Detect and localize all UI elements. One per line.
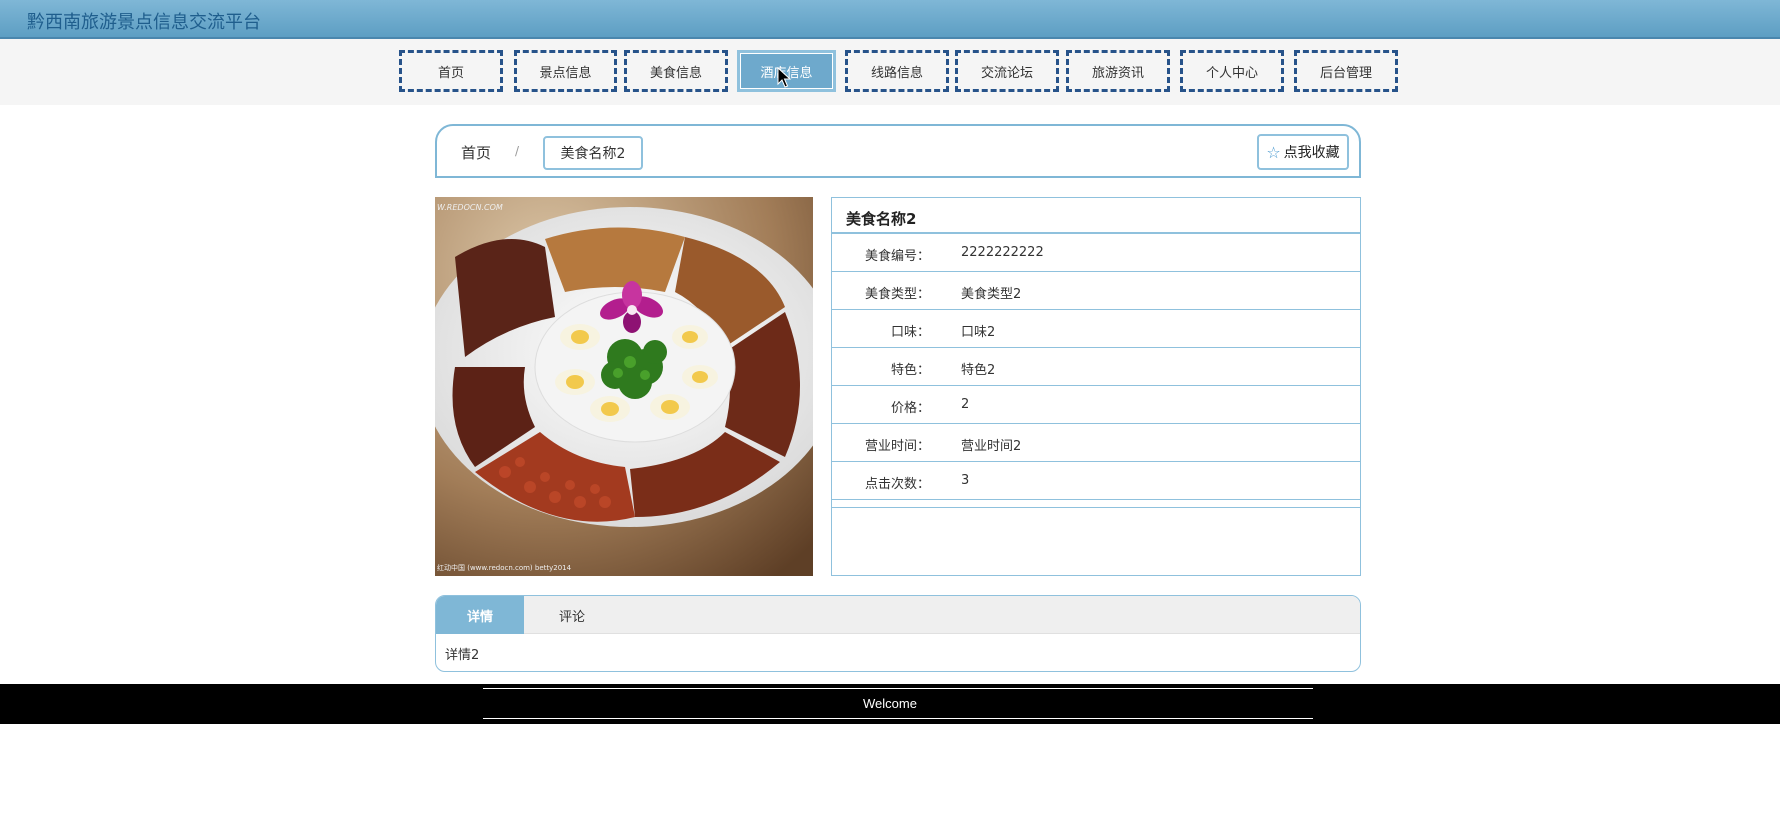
photo-watermark-top: W.REDOCN.COM — [437, 203, 503, 212]
tab-details[interactable]: 详情 — [436, 596, 524, 634]
detail-row-feature: 特色： 特色2 — [832, 348, 1360, 386]
nav-item-forum[interactable]: 交流论坛 — [955, 50, 1059, 92]
nav-item-profile[interactable]: 个人中心 — [1180, 50, 1284, 92]
detail-row-code: 美食编号： 2222222222 — [832, 234, 1360, 272]
detail-value: 3 — [961, 473, 970, 488]
detail-label: 口味： — [890, 325, 930, 340]
detail-label: 点击次数： — [864, 477, 930, 492]
footer: Welcome — [0, 684, 1780, 724]
site-title: 黔西南旅游景点信息交流平台 — [27, 12, 261, 33]
detail-label: 美食编号： — [864, 249, 930, 264]
top-bar: 黔西南旅游景点信息交流平台 — [0, 0, 1780, 39]
detail-row-price: 价格： 2 — [832, 386, 1360, 424]
footer-divider-bottom — [483, 718, 1313, 719]
tab-bar: 详情 评论 — [436, 596, 1360, 634]
detail-value: 特色2 — [961, 363, 996, 378]
detail-row-taste: 口味： 口味2 — [832, 310, 1360, 348]
main-nav: 首页 景点信息 美食信息 酒店信息 线路信息 交流论坛 旅游资讯 个人中心 后台… — [0, 39, 1780, 105]
detail-row-clicks: 点击次数： 3 — [832, 462, 1360, 500]
tab-comments[interactable]: 评论 — [524, 596, 620, 634]
photo-watermark-bottom: 红动中国 (www.redocn.com) betty2014 — [437, 564, 572, 572]
detail-label: 营业时间： — [864, 439, 930, 454]
nav-item-news[interactable]: 旅游资讯 — [1066, 50, 1170, 92]
breadcrumb-separator: / — [515, 144, 520, 158]
breadcrumb-bar: 首页 / 美食名称2 ☆ 点我收藏 — [435, 124, 1361, 178]
breadcrumb-home-link[interactable]: 首页 — [461, 142, 491, 163]
detail-label: 美食类型： — [864, 287, 930, 302]
breadcrumb-current: 美食名称2 — [543, 136, 643, 170]
nav-item-home[interactable]: 首页 — [399, 50, 503, 92]
detail-label: 特色： — [890, 363, 930, 378]
tab-content: 详情2 — [445, 648, 480, 663]
favorite-button-label: 点我收藏 — [1283, 145, 1340, 161]
detail-value: 2 — [961, 397, 970, 412]
food-title: 美食名称2 — [832, 198, 1360, 234]
detail-divider — [832, 500, 1360, 508]
footer-welcome: Welcome — [863, 696, 917, 711]
food-photo: W.REDOCN.COM 红动中国 (www.redocn.com) betty… — [435, 197, 813, 576]
nav-item-routes[interactable]: 线路信息 — [845, 50, 949, 92]
detail-value: 2222222222 — [961, 245, 1044, 260]
detail-label: 价格： — [890, 401, 930, 416]
nav-item-attractions[interactable]: 景点信息 — [514, 50, 617, 92]
detail-value: 口味2 — [961, 325, 996, 340]
detail-value: 营业时间2 — [961, 439, 1022, 454]
footer-divider-top — [483, 688, 1313, 689]
detail-value: 美食类型2 — [961, 287, 1022, 302]
favorite-button[interactable]: ☆ 点我收藏 — [1257, 134, 1349, 170]
detail-row-type: 美食类型： 美食类型2 — [832, 272, 1360, 310]
nav-item-admin[interactable]: 后台管理 — [1294, 50, 1398, 92]
detail-row-hours: 营业时间： 营业时间2 — [832, 424, 1360, 462]
nav-item-food[interactable]: 美食信息 — [624, 50, 728, 92]
star-outline-icon: ☆ — [1266, 142, 1281, 162]
food-detail-panel: 美食名称2 美食编号： 2222222222 美食类型： 美食类型2 口味： 口… — [831, 197, 1361, 576]
food-photo-illustration — [435, 197, 813, 576]
detail-tabs: 详情 评论 详情2 — [435, 595, 1361, 672]
mouse-cursor-icon — [777, 67, 791, 88]
